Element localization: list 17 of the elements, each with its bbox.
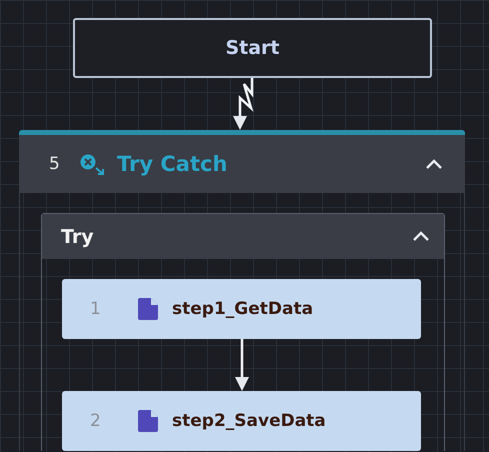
step-node[interactable]: 1 step1_GetData [62,279,421,339]
step-number: 5 [49,154,61,174]
connector-arrow [235,339,249,391]
document-icon [138,410,158,432]
collapse-chevron-icon[interactable] [425,158,443,170]
collapse-chevron-icon[interactable] [412,230,430,243]
step-node[interactable]: 2 step2_SaveData [62,391,421,451]
document-icon [138,298,158,320]
connector-arrow [233,78,254,130]
step-number: 1 [90,299,102,319]
error-catch-icon [79,153,105,175]
step-number: 2 [90,411,102,431]
step-label: step1_GetData [172,299,314,319]
step-label: step2_SaveData [172,411,326,431]
block-title: Try [61,226,94,248]
container-title: Try Catch [117,152,228,176]
start-node: Start [73,18,432,78]
